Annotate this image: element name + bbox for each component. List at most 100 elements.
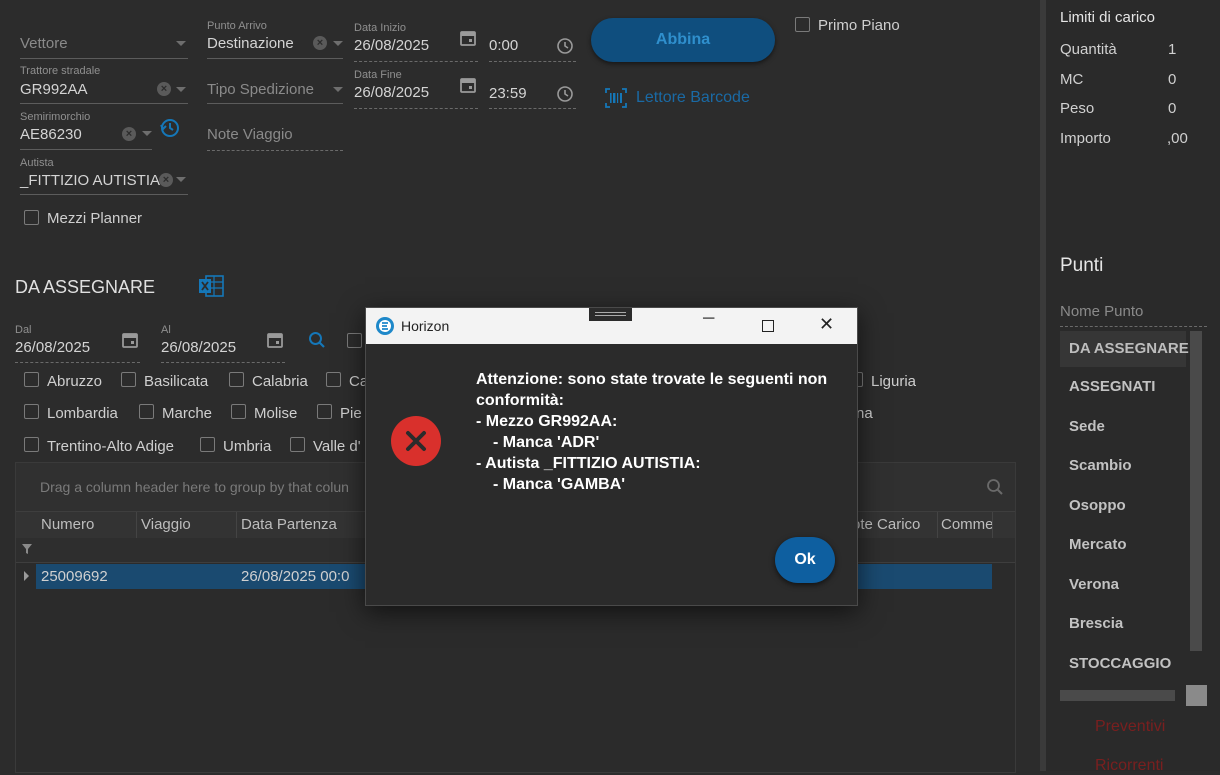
row-expand-icon[interactable] <box>24 571 29 581</box>
region-label: na <box>856 405 873 422</box>
search-icon[interactable] <box>308 331 326 349</box>
autista-dropdown-icon[interactable] <box>176 177 186 182</box>
autista-label: Autista <box>20 157 54 169</box>
trattore-dropdown-icon[interactable] <box>176 87 186 92</box>
maximize-icon[interactable] <box>762 320 774 332</box>
clock-icon[interactable] <box>556 37 574 55</box>
filter-checkbox[interactable] <box>347 333 362 348</box>
semirimorchio-clear-icon[interactable]: × <box>122 127 136 141</box>
vettore-field[interactable]: Vettore <box>20 35 68 52</box>
punto-arrivo-label: Punto Arrivo <box>207 20 267 32</box>
semirimorchio-field[interactable]: AE86230 <box>20 126 82 143</box>
limiti-label: Importo <box>1060 130 1111 147</box>
region-checkbox[interactable] <box>200 437 215 452</box>
ora-inizio-field[interactable]: 0:00 <box>489 37 518 54</box>
column-header-note-carico[interactable]: ote Carico <box>852 516 920 533</box>
punti-item[interactable]: Verona <box>1069 576 1119 593</box>
search-icon[interactable] <box>986 478 1004 496</box>
data-fine-underline <box>354 108 478 109</box>
region-checkbox[interactable] <box>317 404 332 419</box>
message-line: - Autista _FITTIZIO AUTISTIA: <box>476 455 701 472</box>
punti-item[interactable]: Mercato <box>1069 536 1127 553</box>
abbina-button[interactable]: Abbina <box>591 18 775 62</box>
trattore-clear-icon[interactable]: × <box>157 82 171 96</box>
punti-item[interactable]: Sede <box>1069 418 1105 435</box>
lettore-barcode-button[interactable]: Lettore Barcode <box>636 89 750 107</box>
ora-fine-field[interactable]: 23:59 <box>489 85 527 102</box>
limiti-value: 0 <box>1168 71 1177 88</box>
punti-item[interactable]: ASSEGNATI <box>1069 378 1155 395</box>
data-inizio-field[interactable]: 26/08/2025 <box>354 37 429 54</box>
region-checkbox[interactable] <box>24 404 39 419</box>
region-checkbox[interactable] <box>326 372 341 387</box>
trattore-field[interactable]: GR992AA <box>20 81 88 98</box>
close-icon[interactable]: ✕ <box>819 314 834 335</box>
region-checkbox[interactable] <box>24 437 39 452</box>
punti-item[interactable]: Scambio <box>1069 457 1132 474</box>
punti-vertical-scrollbar[interactable] <box>1190 331 1202 651</box>
autista-clear-icon[interactable]: × <box>159 173 173 187</box>
calendar-icon[interactable] <box>459 76 477 94</box>
punti-item[interactable]: DA ASSEGNARE <box>1069 340 1189 357</box>
punti-horizontal-scrollbar[interactable] <box>1060 690 1175 701</box>
autista-field[interactable]: _FITTIZIO AUTISTIA <box>20 172 160 189</box>
mezzi-planner-checkbox[interactable] <box>24 210 39 225</box>
region-checkbox[interactable] <box>24 372 39 387</box>
note-viaggio-field[interactable]: Note Viaggio <box>207 126 293 143</box>
message-line: conformità: <box>476 392 564 409</box>
excel-export-icon[interactable] <box>198 274 224 298</box>
cell-data-partenza: 26/08/2025 00:0 <box>241 568 350 585</box>
ora-fine-underline <box>489 108 576 109</box>
column-header-numero[interactable]: Numero <box>41 516 94 533</box>
region-checkbox[interactable] <box>229 372 244 387</box>
ricorrenti-link[interactable]: Ricorrenti <box>1095 757 1163 775</box>
vettore-dropdown-icon[interactable] <box>176 41 186 46</box>
dal-underline <box>15 362 140 363</box>
minimize-icon[interactable]: ─ <box>703 310 714 328</box>
punti-item[interactable]: Osoppo <box>1069 497 1126 514</box>
punti-item[interactable]: Brescia <box>1069 615 1123 632</box>
dialog-titlebar[interactable]: Horizon ─ ✕ <box>366 308 857 344</box>
region-checkbox[interactable] <box>139 404 154 419</box>
tipo-spedizione-dropdown-icon[interactable] <box>333 87 343 92</box>
data-inizio-underline <box>354 61 478 62</box>
region-checkbox[interactable] <box>121 372 136 387</box>
punti-item[interactable]: STOCCAGGIO <box>1069 655 1171 672</box>
punti-title: Punti <box>1060 255 1104 276</box>
data-fine-field[interactable]: 26/08/2025 <box>354 84 429 101</box>
column-header-viaggio[interactable]: Viaggio <box>141 516 191 533</box>
al-underline <box>161 362 285 363</box>
horizon-app-icon <box>376 317 394 335</box>
tipo-spedizione-field[interactable]: Tipo Spedizione <box>207 81 314 98</box>
group-hint: Drag a column header here to group by th… <box>40 479 349 495</box>
data-fine-label: Data Fine <box>354 69 402 81</box>
punto-arrivo-field[interactable]: Destinazione <box>207 35 294 52</box>
region-checkbox[interactable] <box>290 437 305 452</box>
message-line: - Manca 'ADR' <box>493 434 600 451</box>
drag-handle[interactable] <box>589 308 632 321</box>
calendar-icon[interactable] <box>459 29 477 47</box>
dal-field[interactable]: 26/08/2025 <box>15 339 90 356</box>
semirimorchio-dropdown-icon[interactable] <box>142 131 152 136</box>
calendar-icon[interactable] <box>121 331 139 349</box>
clock-icon[interactable] <box>556 85 574 103</box>
barcode-icon[interactable] <box>605 88 627 108</box>
limiti-label: MC <box>1060 71 1084 88</box>
punto-arrivo-clear-icon[interactable]: × <box>313 36 327 50</box>
al-field[interactable]: 26/08/2025 <box>161 339 236 356</box>
ok-button[interactable]: Ok <box>775 537 835 583</box>
calendar-icon[interactable] <box>266 331 284 349</box>
alert-dialog: Horizon ─ ✕ Attenzione: sono state trova… <box>365 307 858 606</box>
history-icon[interactable] <box>158 116 182 140</box>
filter-icon[interactable] <box>21 543 33 555</box>
punto-arrivo-dropdown-icon[interactable] <box>333 41 343 46</box>
limiti-label: Quantità <box>1060 41 1117 58</box>
column-header-data-partenza[interactable]: Data Partenza <box>241 516 337 533</box>
column-header-commenti[interactable]: Comme <box>941 516 994 533</box>
primo-piano-checkbox[interactable] <box>795 17 810 32</box>
limiti-value: 1 <box>1168 41 1177 58</box>
tipo-spedizione-underline <box>207 103 343 104</box>
punti-search-input[interactable]: Nome Punto <box>1060 303 1143 320</box>
region-checkbox[interactable] <box>231 404 246 419</box>
preventivi-link[interactable]: Preventivi <box>1095 718 1165 736</box>
